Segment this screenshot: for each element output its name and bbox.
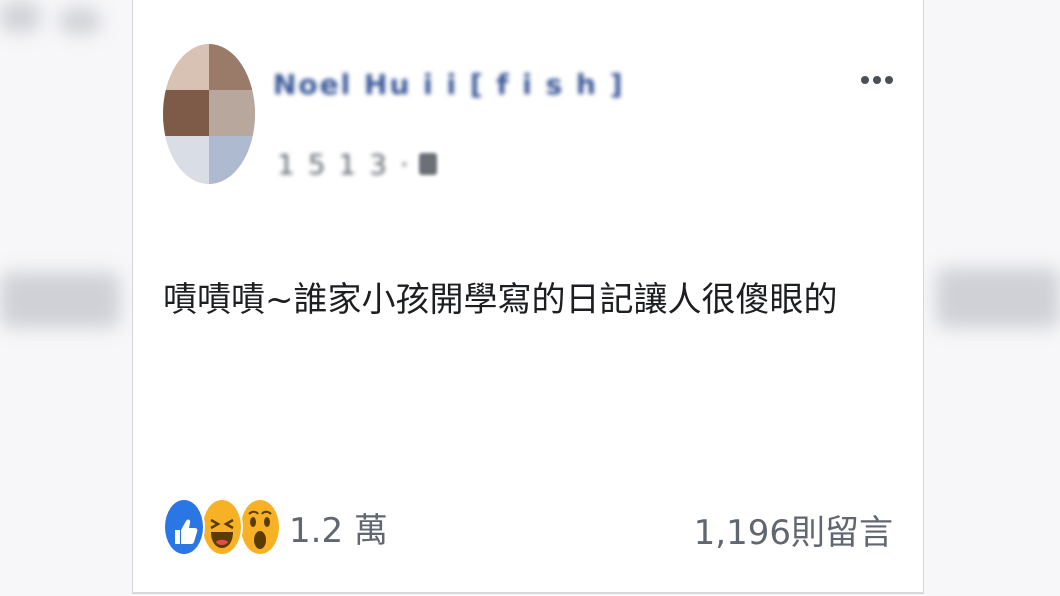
reaction-summary[interactable]: 1.2 萬	[163, 495, 388, 559]
audience-globe-icon	[418, 153, 437, 175]
reaction-count[interactable]: 1.2 萬	[289, 503, 388, 552]
more-options-icon	[873, 76, 881, 84]
background-blur	[0, 2, 40, 32]
haha-icon	[201, 498, 243, 556]
meta-row: 1 5 1 3 ·	[277, 142, 437, 186]
post-card: Noel Hu i i [ f i s h ] 1 5 1 3 · 嘖嘖嘖~誰家…	[132, 0, 924, 594]
author-row: Noel Hu i i [ f i s h ]	[273, 62, 625, 106]
background-blur	[60, 8, 100, 34]
more-options-icon	[861, 76, 869, 84]
author-name[interactable]: Noel Hu i i [ f i s h ]	[273, 68, 625, 101]
post-timestamp[interactable]: 1 5 1 3 ·	[277, 148, 411, 181]
avatar[interactable]	[163, 44, 255, 184]
comment-count-link[interactable]: 1,196則留言	[694, 505, 893, 554]
more-options-button[interactable]	[861, 60, 893, 100]
like-icon	[163, 498, 205, 556]
wow-icon	[239, 498, 281, 556]
post-body-text: 嘖嘖嘖~誰家小孩開學寫的日記讓人很傻眼的	[163, 280, 838, 320]
background-blur	[0, 272, 120, 328]
more-options-icon	[885, 76, 893, 84]
background-blur	[936, 268, 1060, 328]
